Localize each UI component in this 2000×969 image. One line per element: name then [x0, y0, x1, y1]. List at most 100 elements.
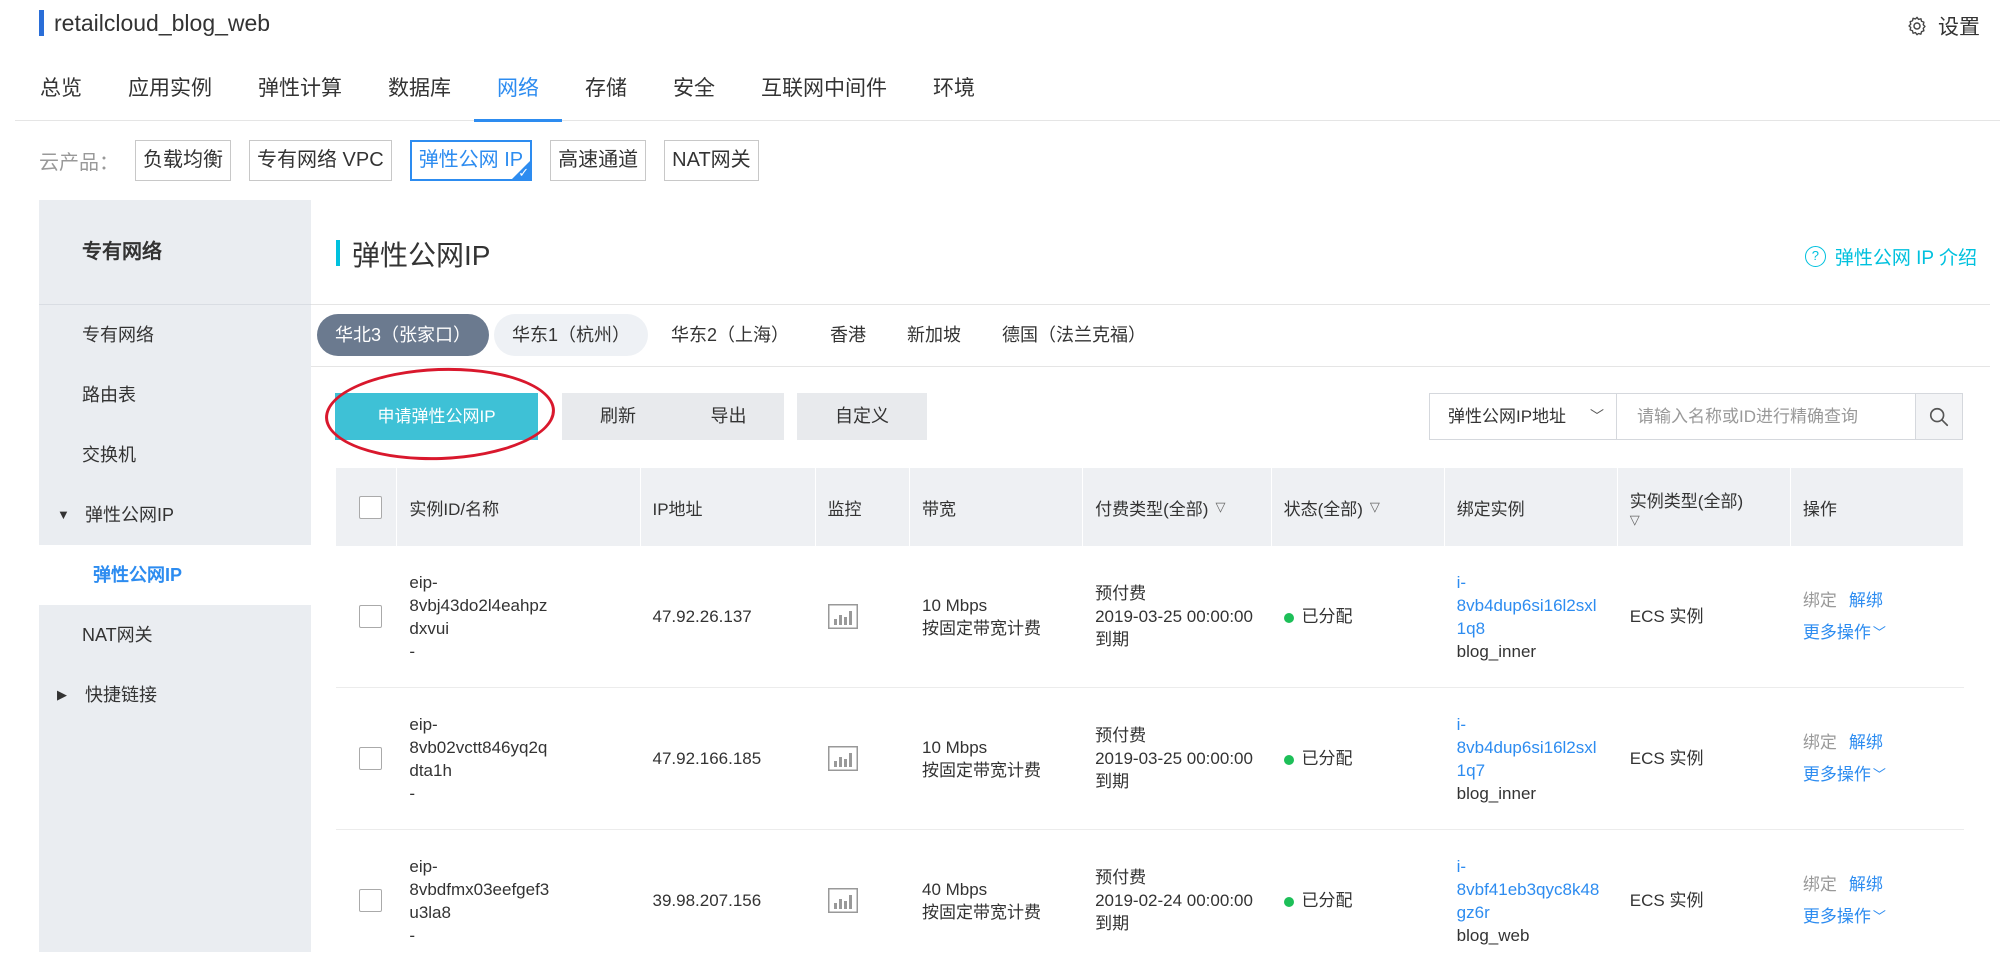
- instance-name: -: [409, 783, 416, 803]
- unbind-action[interactable]: 解绑: [1849, 873, 1883, 896]
- instance-id-line: dxvui: [409, 618, 450, 638]
- region-singapore[interactable]: 新加坡: [889, 314, 979, 356]
- product-express-connect[interactable]: 高速通道: [550, 140, 647, 181]
- unbind-action[interactable]: 解绑: [1849, 589, 1883, 612]
- tab-middleware[interactable]: 互联网中间件: [738, 68, 910, 121]
- sidebar-item-quick-links[interactable]: ▶ 快捷链接: [39, 665, 311, 725]
- bound-instance-name: blog_inner: [1456, 641, 1537, 661]
- sidebar-item-vpc[interactable]: 专有网络: [39, 305, 311, 365]
- more-actions[interactable]: 更多操作 ﹀: [1803, 621, 1964, 644]
- monitor-cell: [816, 830, 910, 969]
- more-actions[interactable]: 更多操作 ﹀: [1803, 905, 1964, 928]
- table-row: eip- 8vbdfmx03eefgef3 u3la8 - 39.98.207.…: [336, 830, 1964, 969]
- bandwidth-type: 按固定带宽计费: [921, 902, 1041, 922]
- tab-network[interactable]: 网络: [474, 68, 562, 122]
- header-ip: IP地址: [641, 468, 816, 546]
- status-text: 已分配: [1301, 891, 1353, 910]
- header-status[interactable]: 状态(全部) ▽: [1272, 468, 1445, 546]
- gear-icon: [1908, 16, 1926, 36]
- title-accent-bar: [336, 240, 340, 266]
- bound-instance-link[interactable]: i- 8vb4dup6si16l2sxl 1q8: [1457, 571, 1618, 640]
- settings-label: 设置: [1938, 16, 1980, 39]
- bound-id-line: 1q8: [1456, 618, 1486, 638]
- chevron-down-icon: ﹀: [1872, 767, 1886, 782]
- region-hangzhou[interactable]: 华东1（杭州）: [494, 314, 649, 356]
- caret-down-icon: ▼: [57, 507, 70, 522]
- instance-type: ECS 实例: [1629, 607, 1704, 626]
- region-zhangjiakou[interactable]: 华北3（张家口）: [317, 314, 490, 356]
- search-field-label: 弹性公网IP地址: [1448, 407, 1567, 426]
- bound-id-line: i-: [1456, 572, 1467, 592]
- sidebar-item-route-table[interactable]: 路由表: [39, 365, 311, 425]
- bound-instance-name: blog_inner: [1456, 783, 1537, 803]
- main-nav-tabs: 总览 应用实例 弹性计算 数据库 网络 存储 安全 互联网中间件 环境: [15, 68, 2000, 122]
- divider: [311, 366, 1990, 367]
- pay-type: 预付费: [1095, 584, 1147, 603]
- tab-security[interactable]: 安全: [650, 68, 738, 121]
- bound-instance-link[interactable]: i- 8vb4dup6si16l2sxl 1q7: [1457, 713, 1618, 782]
- bound-instance-name: blog_web: [1456, 925, 1530, 945]
- instance-id-line: eip-: [409, 714, 438, 734]
- bind-action: 绑定: [1802, 733, 1837, 752]
- bandwidth-value: 10 Mbps: [921, 595, 988, 615]
- refresh-button[interactable]: 刷新: [562, 393, 674, 440]
- region-frankfurt[interactable]: 德国（法兰克福）: [984, 314, 1164, 356]
- search-field-select[interactable]: 弹性公网IP地址 ﹀: [1429, 393, 1617, 440]
- export-button[interactable]: 导出: [673, 393, 784, 440]
- select-all-checkbox[interactable]: [359, 495, 382, 519]
- actions-cell: 绑定 解绑 更多操作 ﹀: [1791, 546, 1964, 687]
- table-header: 实例ID/名称 IP地址 监控 带宽 付费类型(全部) ▽ 状态(全部) ▽ 绑…: [336, 468, 1965, 546]
- row-select: [336, 830, 397, 969]
- sidebar: 专有网络 专有网络 路由表 交换机 ▼ 弹性公网IP 弹性公网IP NAT网关 …: [39, 200, 311, 952]
- filter-icon[interactable]: ▽: [1370, 499, 1380, 515]
- tab-database[interactable]: 数据库: [365, 68, 474, 121]
- bound-instance-cell: i- 8vb4dup6si16l2sxl 1q7 blog_inner: [1445, 688, 1618, 829]
- row-checkbox[interactable]: [359, 889, 382, 912]
- bar-chart-icon[interactable]: [827, 746, 858, 771]
- bound-id-line: gz6r: [1456, 902, 1490, 922]
- actions-cell: 绑定 解绑 更多操作 ﹀: [1791, 688, 1964, 829]
- tab-overview[interactable]: 总览: [15, 68, 105, 121]
- sidebar-item-vswitch[interactable]: 交换机: [39, 425, 311, 485]
- region-hongkong[interactable]: 香港: [812, 314, 884, 356]
- expire-date: 2019-02-24 00:00:00: [1095, 891, 1253, 910]
- status-badge: 已分配: [1283, 605, 1445, 628]
- header-instance-type[interactable]: 实例类型(全部) ▽: [1618, 468, 1791, 546]
- eip-intro-link[interactable]: ? 弹性公网 IP 介绍: [1804, 243, 1977, 270]
- eip-table: 实例ID/名称 IP地址 监控 带宽 付费类型(全部) ▽ 状态(全部) ▽ 绑…: [336, 468, 1965, 969]
- tab-environment[interactable]: 环境: [910, 68, 998, 121]
- search-input[interactable]: [1616, 393, 1916, 440]
- expire-date: 2019-03-25 00:00:00: [1095, 749, 1253, 768]
- header-pay-type-label: 付费类型(全部): [1095, 499, 1209, 519]
- sidebar-item-eip-group[interactable]: ▼ 弹性公网IP: [39, 485, 311, 545]
- filter-icon[interactable]: ▽: [1630, 512, 1640, 528]
- search-button[interactable]: [1915, 393, 1963, 440]
- status-cell: 已分配: [1272, 830, 1445, 969]
- unbind-action[interactable]: 解绑: [1849, 731, 1883, 754]
- region-shanghai[interactable]: 华东2（上海）: [653, 314, 807, 356]
- bar-chart-icon[interactable]: [827, 888, 858, 913]
- filter-icon[interactable]: ▽: [1215, 499, 1225, 515]
- bound-instance-link[interactable]: i- 8vbf41eb3qyc8k48 gz6r: [1457, 855, 1618, 924]
- sidebar-item-eip[interactable]: 弹性公网IP: [39, 545, 311, 605]
- product-vpc[interactable]: 专有网络 VPC: [249, 140, 392, 181]
- product-eip[interactable]: 弹性公网 IP ✓: [409, 140, 533, 181]
- row-checkbox[interactable]: [359, 747, 382, 770]
- tab-app-instances[interactable]: 应用实例: [105, 68, 235, 121]
- more-actions[interactable]: 更多操作 ﹀: [1803, 763, 1964, 786]
- product-nat[interactable]: NAT网关: [664, 140, 759, 181]
- sidebar-item-nat[interactable]: NAT网关: [39, 605, 311, 665]
- bind-action: 绑定: [1802, 591, 1837, 610]
- instance-id-line: eip-: [409, 572, 438, 592]
- apply-eip-button[interactable]: 申请弹性公网IP: [335, 393, 538, 440]
- customize-button[interactable]: 自定义: [797, 393, 927, 440]
- bar-chart-icon[interactable]: [827, 604, 858, 629]
- product-slb[interactable]: 负载均衡: [135, 140, 231, 181]
- expire-date: 2019-03-25 00:00:00: [1095, 607, 1253, 626]
- tab-elastic-compute[interactable]: 弹性计算: [235, 68, 365, 121]
- tab-storage[interactable]: 存储: [562, 68, 650, 121]
- row-checkbox[interactable]: [359, 605, 382, 628]
- settings-button[interactable]: 设置: [1906, 11, 1980, 41]
- header-pay-type[interactable]: 付费类型(全部) ▽: [1083, 468, 1272, 546]
- content-header: 弹性公网IP ? 弹性公网 IP 介绍: [311, 200, 1990, 305]
